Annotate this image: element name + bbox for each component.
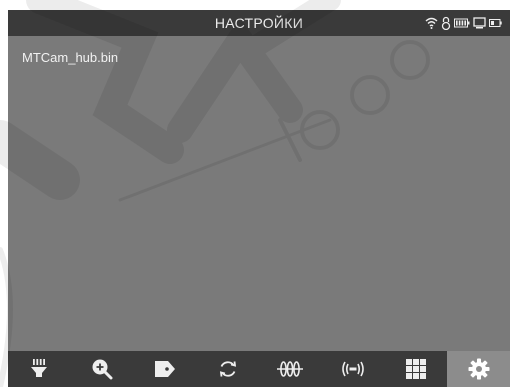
grid-icon: [405, 359, 426, 379]
grid-button[interactable]: [385, 351, 448, 387]
refresh-icon: [218, 359, 238, 379]
wifi-icon: [425, 17, 438, 29]
tag-button[interactable]: [134, 351, 197, 387]
signal-button[interactable]: [322, 351, 385, 387]
waveform-button[interactable]: [259, 351, 322, 387]
tag-icon: [154, 360, 176, 378]
refresh-button[interactable]: [196, 351, 259, 387]
lock-icon: [441, 16, 451, 30]
waveform-icon: [277, 360, 304, 378]
settings-gear-icon: [468, 358, 490, 380]
flashlight-button[interactable]: [8, 351, 71, 387]
status-icons: [425, 15, 502, 31]
battery-icon: [454, 18, 470, 28]
file-item[interactable]: MTCam_hub.bin: [22, 50, 118, 65]
file-list: MTCam_hub.bin: [8, 36, 510, 351]
zoom-in-icon: [91, 358, 113, 380]
battery-small-icon: [489, 18, 502, 28]
settings-button[interactable]: [447, 351, 510, 387]
device-screen: НАСТРОЙКИ MTCam_hub.bin: [8, 10, 510, 387]
bottom-toolbar: [8, 351, 510, 387]
zoom-in-button[interactable]: [71, 351, 134, 387]
monitor-icon: [473, 17, 486, 29]
signal-icon: [341, 360, 365, 378]
flashlight-icon: [29, 358, 49, 380]
header-bar: НАСТРОЙКИ: [8, 10, 510, 36]
